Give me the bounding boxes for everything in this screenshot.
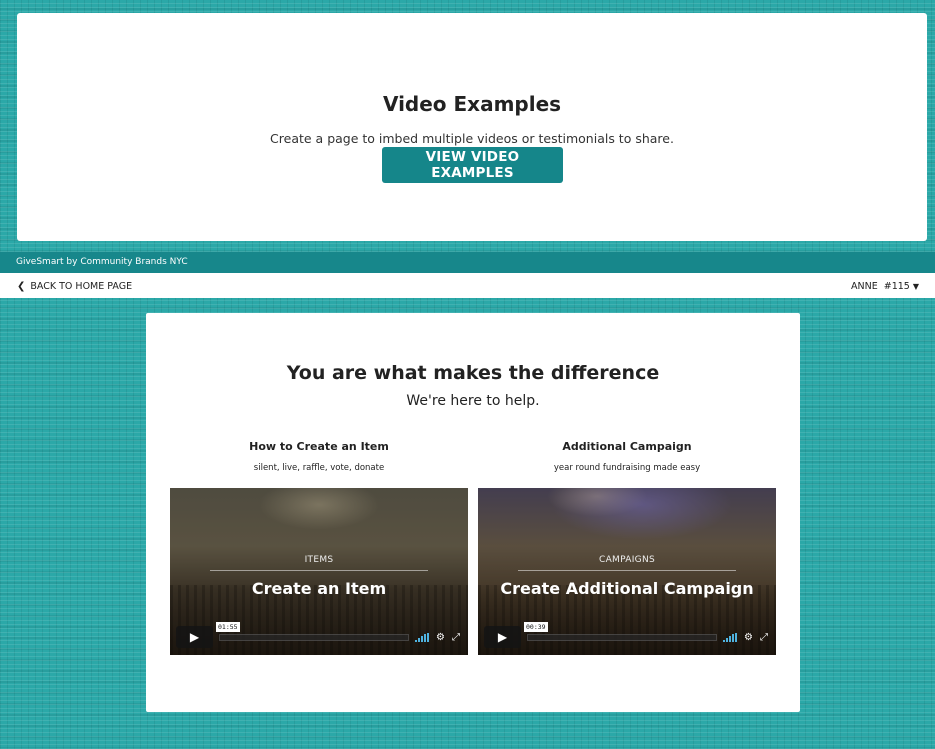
column-heading: Additional Campaign xyxy=(562,440,692,453)
footer-text: GiveSmart by Community Brands NYC xyxy=(16,257,188,267)
video-title: Create Additional Campaign xyxy=(500,579,754,598)
video-progress-bar[interactable]: 01:55 xyxy=(216,621,410,641)
divider xyxy=(518,570,736,571)
user-number: #115 xyxy=(883,281,910,292)
video-controls: ▶ 01:55 ⚙ ⤢ xyxy=(176,621,460,649)
play-icon[interactable]: ▶ xyxy=(484,626,521,648)
user-name: ANNE xyxy=(851,281,878,292)
play-icon[interactable]: ▶ xyxy=(176,626,213,648)
settings-icon[interactable]: ⚙ xyxy=(436,632,445,643)
video-title: Create an Item xyxy=(251,579,387,598)
chevron-left-icon: ❮ xyxy=(17,281,26,292)
fullscreen-icon[interactable]: ⤢ xyxy=(452,632,460,643)
main-card: You are what makes the difference We're … xyxy=(146,313,800,712)
video-progress-bar[interactable]: 00:39 xyxy=(524,621,718,641)
column-additional-campaign: Additional Campaign year round fundraisi… xyxy=(478,440,776,473)
column-description: silent, live, raffle, vote, donate xyxy=(253,463,385,473)
video-timecode: 00:39 xyxy=(524,621,548,632)
user-menu[interactable]: ANNE #115 ▼ xyxy=(851,281,919,292)
fullscreen-icon[interactable]: ⤢ xyxy=(760,632,768,643)
top-nav: ❮ BACK TO HOME PAGE ANNE #115 ▼ xyxy=(0,273,935,298)
volume-icon[interactable] xyxy=(723,632,738,642)
video-player-additional-campaign[interactable]: CAMPAIGNS Create Additional Campaign ▶ 0… xyxy=(478,488,776,655)
video-kicker: ITEMS xyxy=(304,555,334,565)
video-examples-title: Video Examples xyxy=(382,92,562,116)
caret-down-icon: ▼ xyxy=(912,282,919,291)
video-kicker: CAMPAIGNS xyxy=(599,555,655,565)
divider xyxy=(210,570,428,571)
video-timecode: 01:55 xyxy=(216,621,240,632)
column-create-item: How to Create an Item silent, live, raff… xyxy=(170,440,468,473)
video-controls: ▶ 00:39 ⚙ ⤢ xyxy=(484,621,768,649)
video-examples-subtitle: Create a page to imbed multiple videos o… xyxy=(270,131,674,146)
video-examples-card: Video Examples Create a page to imbed mu… xyxy=(17,13,927,241)
back-link-label: BACK TO HOME PAGE xyxy=(30,281,133,292)
footer-bar: GiveSmart by Community Brands NYC xyxy=(0,252,935,273)
column-description: year round fundraising made easy xyxy=(553,463,701,473)
back-to-home-link[interactable]: ❮ BACK TO HOME PAGE xyxy=(17,281,132,292)
settings-icon[interactable]: ⚙ xyxy=(744,632,753,643)
view-video-examples-button[interactable]: VIEW VIDEO EXAMPLES xyxy=(382,147,563,183)
page-title: You are what makes the difference xyxy=(286,362,660,384)
page-subtitle: We're here to help. xyxy=(406,393,540,409)
video-player-create-item[interactable]: ITEMS Create an Item ▶ 01:55 ⚙ ⤢ xyxy=(170,488,468,655)
volume-icon[interactable] xyxy=(415,632,430,642)
column-heading: How to Create an Item xyxy=(249,440,389,453)
